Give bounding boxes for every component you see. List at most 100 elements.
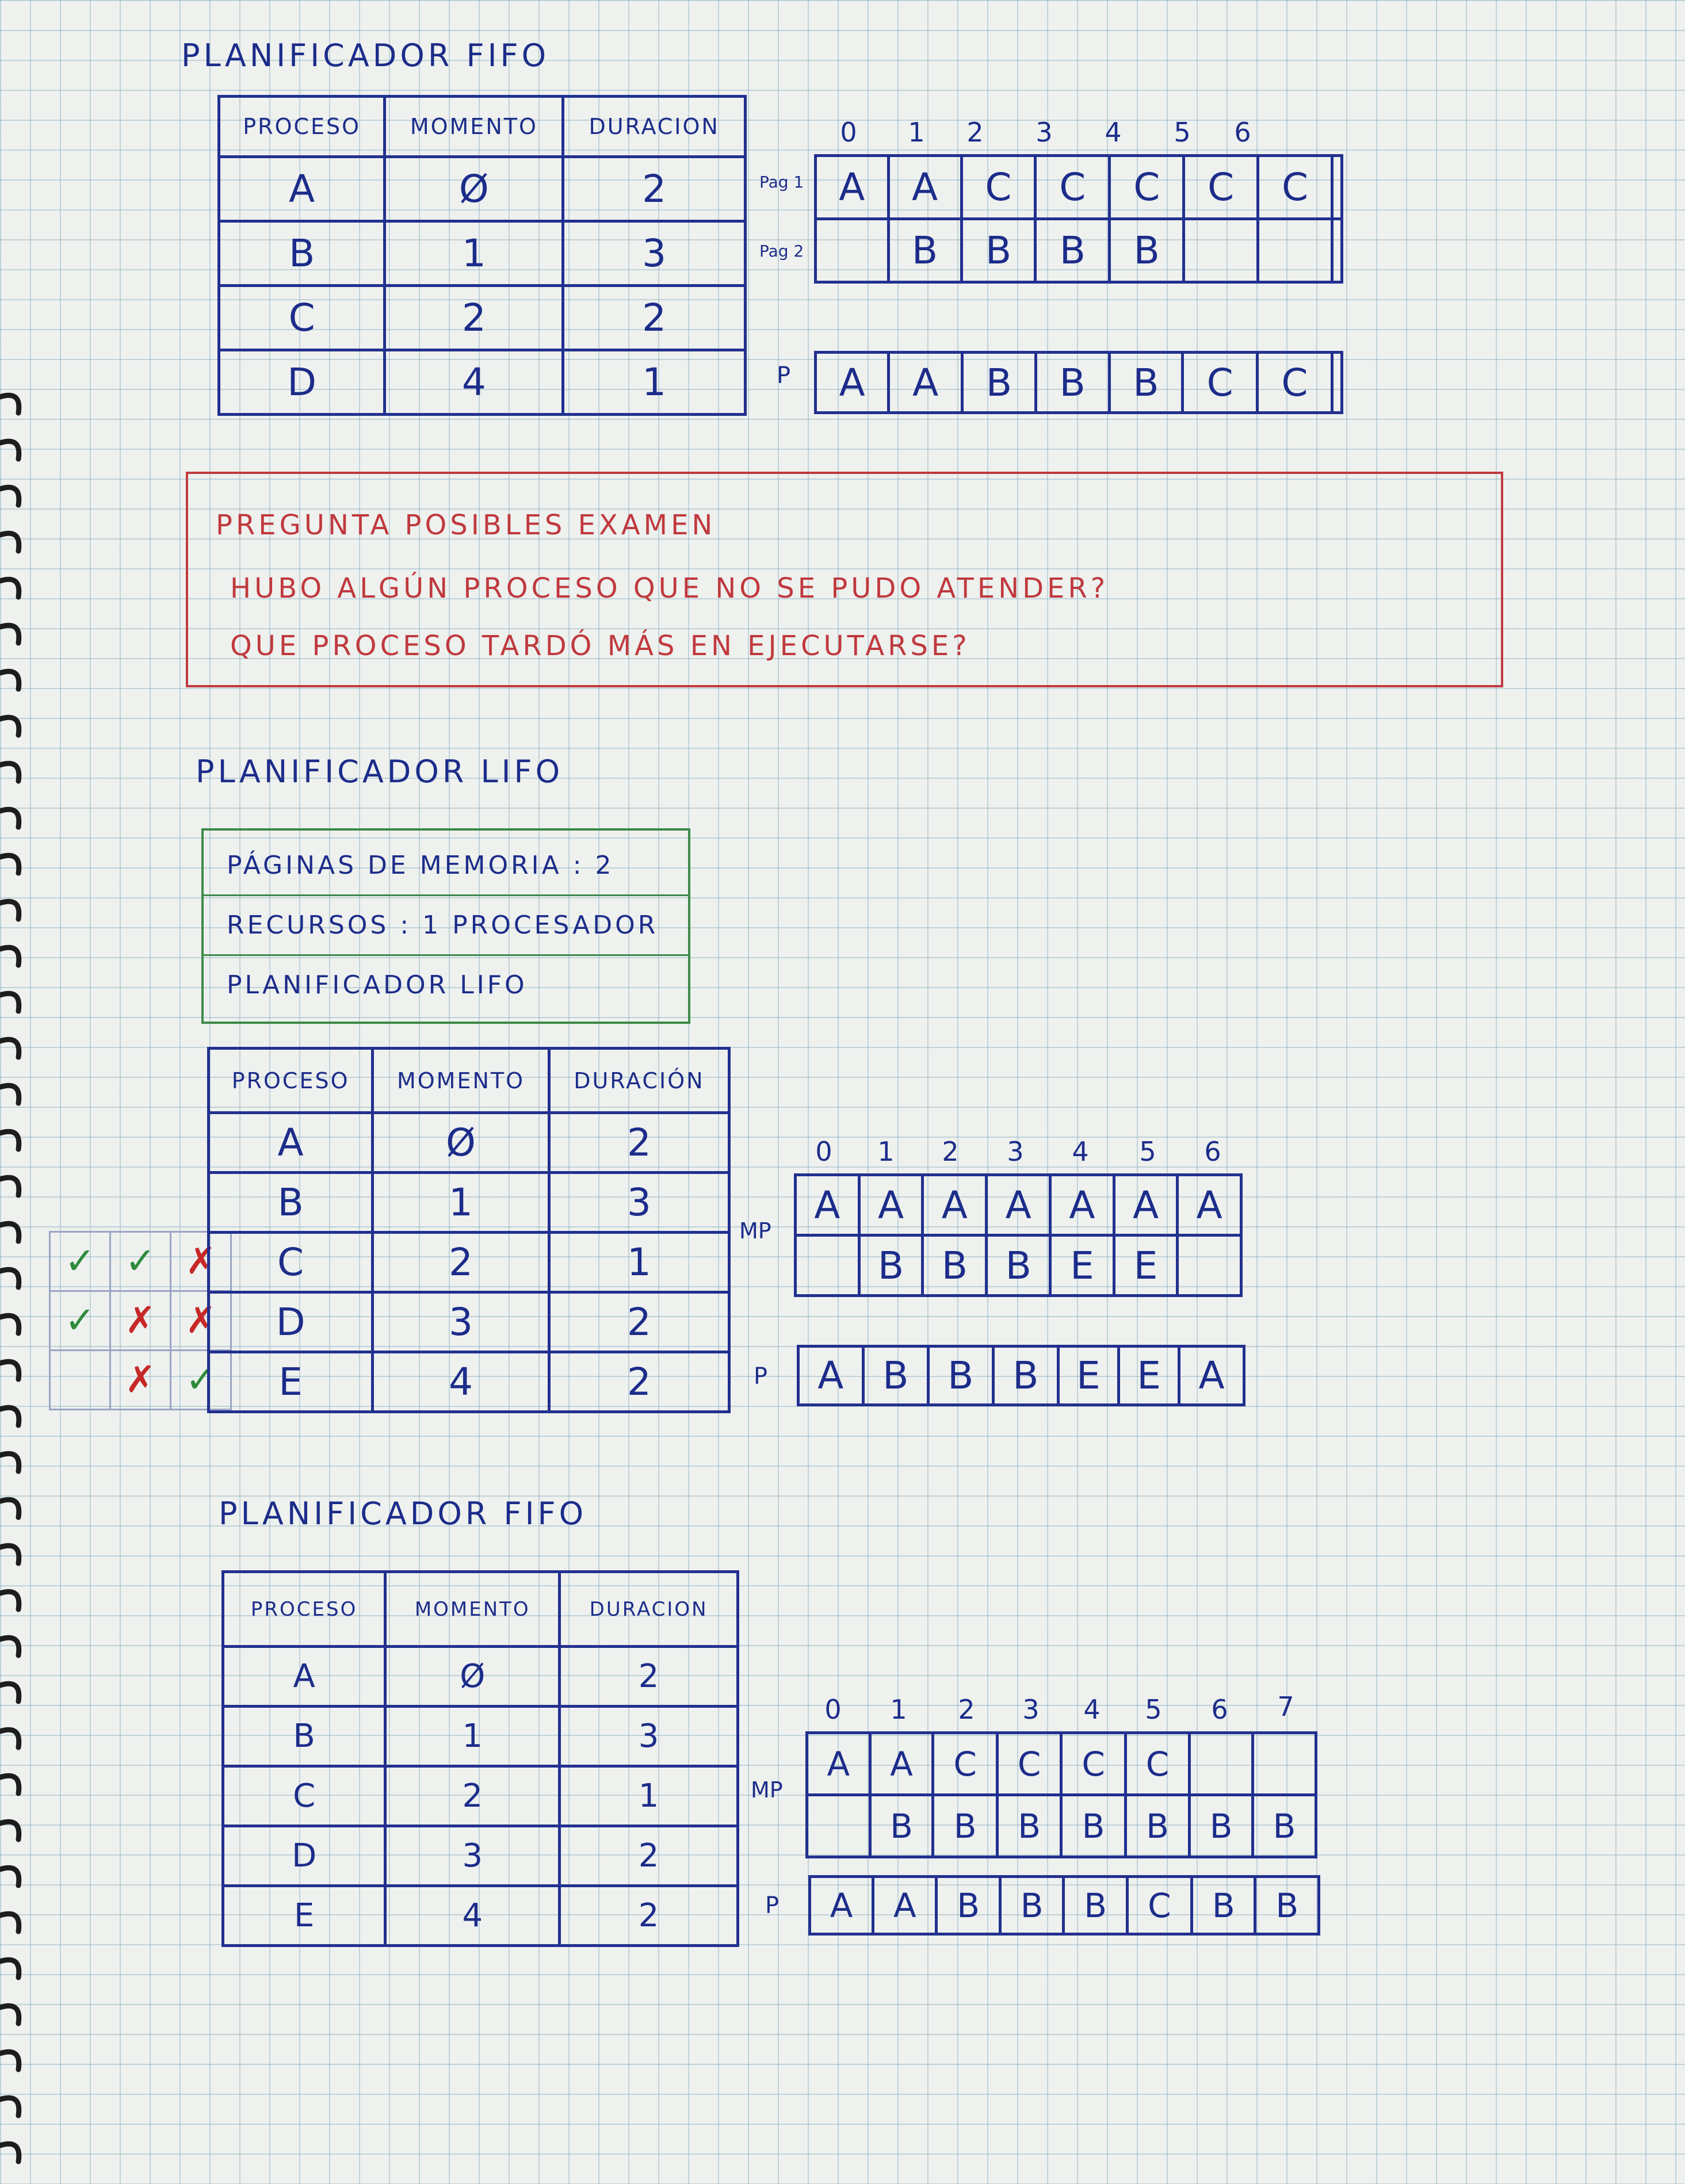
memory-cell: A <box>1176 1173 1243 1237</box>
process-arrival: 2 <box>383 284 565 351</box>
header-duracion: DURACIÓN <box>547 1047 731 1114</box>
process-name: D <box>217 349 387 416</box>
process-arrival: 4 <box>384 1884 561 1947</box>
tick-label: 3 <box>1007 1136 1024 1167</box>
mark-cell <box>49 1349 111 1410</box>
header-momento: MOMENTO <box>383 95 565 158</box>
process-arrival: Ø <box>371 1111 551 1174</box>
exam-question-heading: PREGUNTA POSIBLES EXAMEN <box>216 509 716 541</box>
config-memory-pages: PÁGINAS DE MEMORIA : 2 <box>204 836 688 896</box>
process-name: E <box>207 1351 375 1413</box>
memory-cell: A <box>887 154 963 220</box>
processor-cell: E <box>1056 1345 1120 1406</box>
process-name: D <box>207 1291 375 1353</box>
tick-label: 0 <box>815 1136 832 1167</box>
processor-cell: B <box>861 1345 930 1406</box>
table-row: C21 <box>221 1765 739 1827</box>
process-duration: 2 <box>558 1645 739 1708</box>
process-arrival: 1 <box>371 1171 551 1234</box>
memory-cell: B <box>857 1234 924 1297</box>
memory-cell: B <box>1034 217 1111 284</box>
memory-row-page2: B B B B B B B <box>805 1793 1317 1858</box>
processor-label: P <box>765 1892 780 1919</box>
process-arrival: 4 <box>383 349 565 416</box>
table-row: B13 <box>221 1705 739 1768</box>
config-scheduler: PLANIFICADOR LIFO <box>227 970 528 1000</box>
memory-cell: E <box>1049 1234 1115 1297</box>
section1-process-table: PROCESO MOMENTO DURACION A Ø 2 B 1 3 C 2… <box>217 95 747 416</box>
tick-label: 4 <box>1083 1694 1101 1725</box>
process-duration: 2 <box>558 1884 739 1947</box>
process-duration: 2 <box>561 284 747 351</box>
tick-label: 0 <box>824 1694 842 1725</box>
process-duration: 2 <box>561 155 747 223</box>
tick-label: 2 <box>966 117 984 148</box>
memory-label: MP <box>739 1218 771 1244</box>
table-row: D 4 1 <box>217 349 747 416</box>
memory-cell: B <box>1124 1793 1191 1858</box>
memory-row-page1: A A C C C C C <box>814 154 1344 220</box>
process-duration: 2 <box>558 1825 739 1887</box>
process-duration: 3 <box>558 1705 739 1768</box>
memory-cell: C <box>1256 154 1334 220</box>
tick-label: 3 <box>1036 117 1053 148</box>
memory-cell: A <box>805 1731 872 1796</box>
memory-cell: B <box>868 1793 935 1858</box>
memory-cell: C <box>995 1731 1063 1796</box>
header-proceso: PROCESO <box>217 95 387 158</box>
process-arrival: 2 <box>371 1231 551 1294</box>
section1-processor-row: A A B B B C C <box>813 351 1344 414</box>
page1-label: Pag 1 <box>759 173 804 192</box>
table-row: C 2 2 <box>217 284 747 351</box>
tick-label: 4 <box>1105 117 1122 148</box>
tick-label: 5 <box>1139 1136 1156 1167</box>
memory-cell: B <box>1188 1793 1255 1858</box>
section2-memory-grid: A A A A A A A B B B E E <box>794 1173 1243 1297</box>
memory-cell: C <box>1034 154 1111 220</box>
processor-cell: B <box>935 1875 1002 1936</box>
exam-question-1: HUBO ALGÚN PROCESO QUE NO SE PUDO ATENDE… <box>230 572 1109 605</box>
process-name: A <box>217 155 387 223</box>
exam-question-2: QUE PROCESO TARDÓ MÁS EN EJECUTARSE? <box>230 630 971 662</box>
header-momento: MOMENTO <box>371 1047 551 1114</box>
memory-cell: B <box>931 1793 999 1858</box>
process-name: D <box>221 1825 387 1887</box>
table-row: AØ2 <box>207 1111 731 1174</box>
memory-cell: B <box>1060 1793 1127 1858</box>
tick-label: 7 <box>1277 1691 1294 1722</box>
memory-cell: A <box>868 1731 935 1796</box>
page2-label: Pag 2 <box>759 242 804 261</box>
table-row: B13 <box>207 1171 731 1234</box>
memory-cell: B <box>1108 217 1186 284</box>
tick-label: 6 <box>1234 117 1251 148</box>
header-momento: MOMENTO <box>384 1570 561 1648</box>
header-proceso: PROCESO <box>207 1047 375 1114</box>
section3-memory-grid: A A C C C C B B B B B B B <box>805 1731 1317 1858</box>
process-name: E <box>221 1884 387 1947</box>
memory-cell: B <box>1251 1793 1317 1858</box>
processor-cell: B <box>926 1345 995 1406</box>
memory-row-page1: A A C C C C <box>805 1731 1317 1796</box>
memory-cell: A <box>794 1173 861 1237</box>
memory-cell: C <box>931 1731 999 1796</box>
memory-cell <box>805 1793 872 1858</box>
memory-row-page2: B B B E E <box>794 1234 1243 1297</box>
processor-cell <box>1330 351 1344 414</box>
memory-cell: A <box>985 1173 1052 1237</box>
process-arrival: 4 <box>371 1351 551 1413</box>
memory-cell: B <box>921 1234 988 1297</box>
memory-cell <box>794 1234 861 1297</box>
memory-cell: A <box>1112 1173 1179 1237</box>
processor-cell: A <box>887 351 964 414</box>
memory-cell <box>1330 217 1344 284</box>
process-arrival: Ø <box>384 1645 561 1708</box>
header-proceso: PROCESO <box>221 1570 387 1648</box>
memory-cell: A <box>921 1173 988 1237</box>
section2-checkmark-grid: ✓ ✓ ✗ ✓ ✗ ✗ ✗ ✓ <box>49 1231 232 1410</box>
table-row: D32 <box>207 1291 731 1353</box>
tick-label: 2 <box>942 1136 959 1167</box>
mark-cell: ✗ <box>109 1349 171 1410</box>
memory-row-page1: A A A A A A A <box>794 1173 1243 1237</box>
memory-cell: B <box>995 1793 1063 1858</box>
process-arrival: 1 <box>384 1705 561 1768</box>
